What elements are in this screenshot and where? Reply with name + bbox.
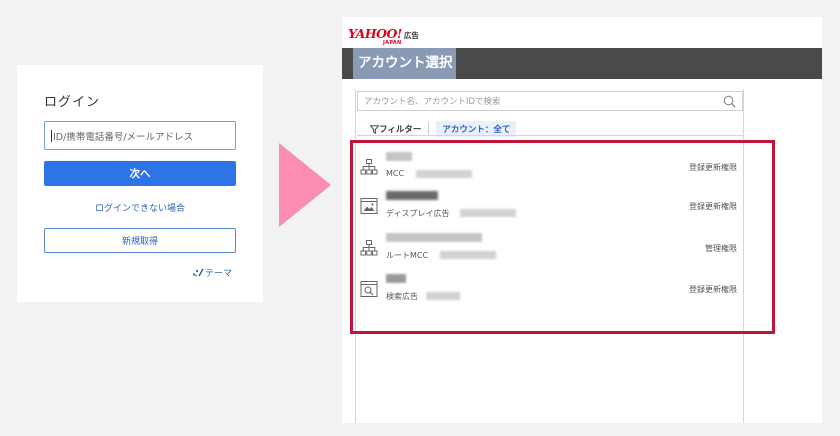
- account-row[interactable]: ディスプレイ広告 登録更新権限: [360, 187, 740, 223]
- account-id-redacted: [426, 292, 460, 300]
- next-button[interactable]: 次へ: [44, 161, 236, 186]
- account-search-input[interactable]: アカウント名、アカウントIDで検索: [357, 91, 743, 111]
- filter-label: フィルター: [379, 125, 422, 135]
- theme-link[interactable]: テーマ: [192, 266, 232, 279]
- account-name-redacted: [386, 191, 438, 200]
- hierarchy-icon: [360, 240, 378, 256]
- search-ad-icon: [360, 281, 378, 297]
- account-type: ルートMCC: [386, 251, 429, 260]
- theme-sparkle-icon: [192, 268, 204, 277]
- transition-arrow-icon: [279, 143, 331, 227]
- account-type: 検索広告: [386, 292, 418, 301]
- login-id-input-value: ID/携帯電話番号/メールアドレス: [53, 131, 194, 143]
- page-title: アカウント選択: [358, 55, 453, 71]
- account-row[interactable]: ルートMCC 管理権限: [360, 229, 740, 265]
- search-icon[interactable]: [723, 95, 736, 108]
- search-placeholder: アカウント名、アカウントIDで検索: [364, 97, 501, 107]
- yahoo-ads-logo: YAHOO! JAPAN 広告: [348, 26, 419, 46]
- account-name-redacted: [386, 233, 482, 242]
- account-row[interactable]: MCC 登録更新権限: [360, 148, 740, 184]
- login-title: ログイン: [44, 95, 101, 110]
- account-permission: 登録更新権限: [689, 285, 737, 294]
- account-type: MCC: [386, 169, 405, 178]
- theme-link-label: テーマ: [205, 269, 233, 279]
- login-card: ログイン ID/携帯電話番号/メールアドレス 次へ ログインできない場合 新規取…: [17, 65, 263, 302]
- account-id-redacted: [460, 209, 516, 217]
- display-ad-icon: [360, 198, 378, 214]
- account-name-redacted: [386, 274, 406, 283]
- hierarchy-icon: [360, 159, 378, 175]
- account-id-redacted: [440, 251, 496, 259]
- account-permission: 登録更新権限: [689, 202, 737, 211]
- funnel-icon: [370, 124, 379, 134]
- account-name-redacted: [386, 152, 412, 161]
- account-permission: 管理権限: [705, 244, 737, 253]
- header-bar: アカウント選択: [342, 48, 822, 79]
- filter-button[interactable]: フィルター: [370, 123, 421, 135]
- text-caret: [51, 129, 52, 142]
- account-row[interactable]: 検索広告 登録更新権限: [360, 270, 740, 306]
- signup-button[interactable]: 新規取得: [44, 228, 236, 253]
- login-id-input[interactable]: ID/携帯電話番号/メールアドレス: [44, 121, 236, 150]
- logo-japan: JAPAN: [383, 40, 402, 46]
- account-type: ディスプレイ広告: [386, 209, 450, 218]
- cant-login-link[interactable]: ログインできない場合: [44, 201, 236, 214]
- logo-yahoo: YAHOO!: [348, 26, 402, 41]
- filter-divider-line: [357, 135, 743, 136]
- account-id-redacted: [416, 170, 472, 178]
- filter-divider: [428, 122, 430, 136]
- logo-product: 広告: [403, 31, 419, 40]
- account-permission: 登録更新権限: [689, 163, 737, 172]
